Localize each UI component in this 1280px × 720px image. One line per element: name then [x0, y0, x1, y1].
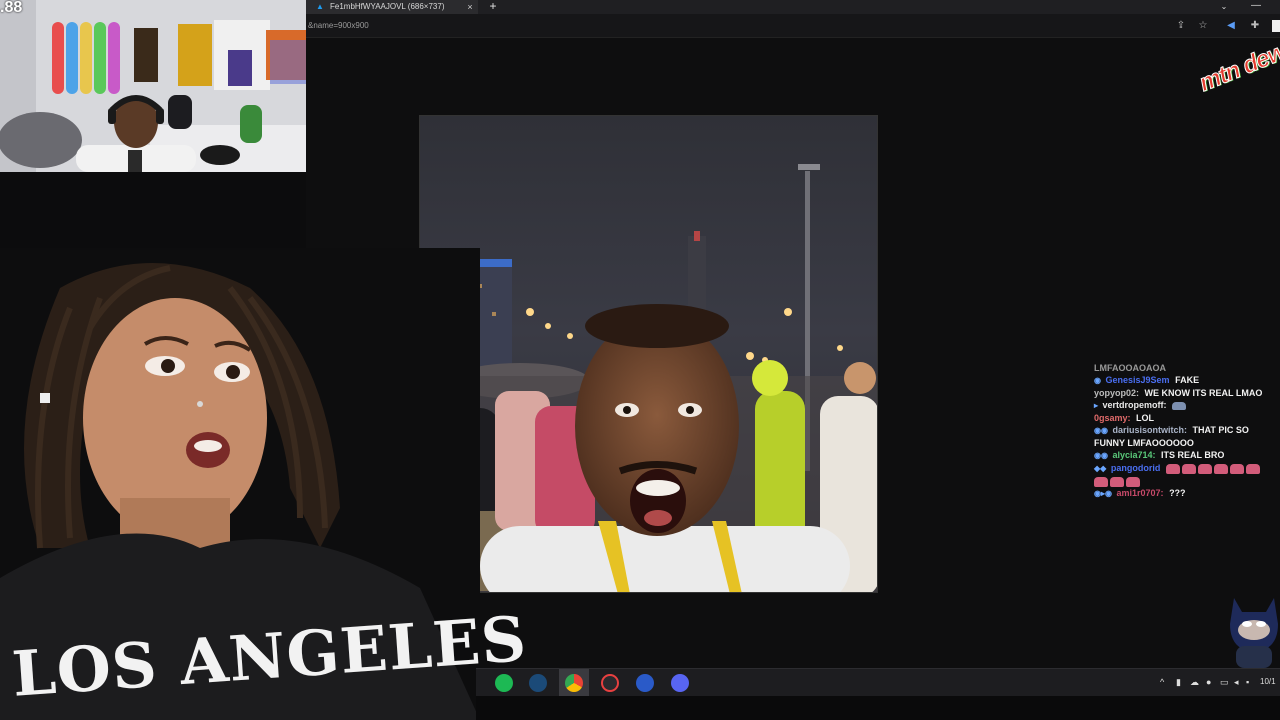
browser-tab-bar: ▲ Fe1mbHfWYAAJOVL (686×737) × + ⌄ — — [306, 0, 1280, 14]
tray-display-icon[interactable]: ▪ — [1246, 676, 1249, 688]
mtn-dew-logo: mtn dew — [1195, 38, 1280, 116]
tray-network-icon[interactable]: ▭ — [1220, 676, 1229, 688]
chat-message: ◉◉ dariusisontwitch: THAT PIC SO FUNNY L… — [1094, 424, 1274, 449]
chat-emote-icon — [1181, 463, 1196, 474]
browser-address-bar[interactable]: &name=900x900 ⇪ ☆ ◀ ✚ — [306, 14, 1280, 38]
streamer-room-illustration — [0, 0, 306, 172]
chat-emote-icon — [1229, 463, 1244, 474]
chat-username: 0gsamy: — [1094, 413, 1131, 423]
tray-battery-icon[interactable]: ▮ — [1176, 676, 1181, 688]
extensions-puzzle-icon[interactable]: ✚ — [1248, 20, 1262, 32]
tab-title: Fe1mbHfWYAAJOVL (686×737) — [330, 2, 445, 11]
chat-username: yopyop02: — [1094, 388, 1140, 398]
chat-username: vertdropemoff: — [1102, 400, 1167, 410]
chat-emote-icon — [1197, 463, 1212, 474]
windows-taskbar: ^ ▮ ☁ ● ▭ ◂ ▪ 10/1 — [476, 668, 1280, 697]
photo-illustration — [420, 116, 877, 592]
tray-cloud-icon[interactable]: ☁ — [1190, 676, 1199, 688]
bottom-strip — [476, 696, 1280, 720]
chat-badge-icon: ◆◆ — [1094, 464, 1107, 473]
chat-badge-icon: ◉◉ — [1094, 426, 1108, 435]
discord-icon[interactable] — [671, 674, 689, 692]
bookmark-star-icon[interactable]: ☆ — [1196, 20, 1210, 32]
share-icon[interactable]: ⇪ — [1174, 20, 1188, 32]
obs-icon[interactable] — [601, 674, 619, 692]
chat-text: ITS REAL BRO — [1161, 450, 1225, 460]
window-minimize-button[interactable]: — — [1248, 0, 1264, 14]
chat-message: ▸ vertdropemoff: — [1094, 399, 1274, 412]
twitter-bird-icon: ▲ — [316, 2, 324, 11]
tray-microphone-icon[interactable]: ● — [1206, 676, 1211, 688]
chat-emote-icon — [1213, 463, 1228, 474]
chat-emote-icon — [1110, 476, 1124, 487]
chat-username: ami1r0707: — [1116, 488, 1164, 498]
chat-message: LMFAOOAOAOA — [1094, 362, 1274, 374]
steam-icon[interactable] — [529, 674, 547, 692]
screen: ▲ Fe1mbHfWYAAJOVL (686×737) × + ⌄ — &nam… — [0, 0, 1280, 720]
chat-emote-icon — [1172, 401, 1187, 410]
tray-volume-icon[interactable]: ◂ — [1234, 676, 1239, 688]
chat-username: alycia714: — [1112, 450, 1156, 460]
chat-text: ??? — [1169, 488, 1186, 498]
displayed-photo — [419, 115, 878, 593]
close-tab-icon[interactable]: × — [464, 0, 476, 14]
chrome-icon[interactable] — [565, 674, 583, 692]
chat-message: yopyop02: WE KNOW ITS REAL LMAO — [1094, 387, 1274, 399]
chat-text: LMFAOOAOAOA — [1094, 363, 1166, 373]
chat-username: dariusisontwitch: — [1112, 425, 1187, 435]
chat-emote-icon — [1094, 476, 1108, 487]
chat-username: pangodorid — [1110, 463, 1161, 473]
browser-tab-image[interactable]: ▲ Fe1mbHfWYAAJOVL (686×737) × — [306, 0, 478, 14]
chat-emote-icon — [1245, 463, 1260, 474]
chat-text: LOL — [1136, 413, 1155, 423]
chat-badge-icon: ▸ — [1094, 401, 1099, 410]
tab-overflow-chevron-icon[interactable]: ⌄ — [1216, 0, 1232, 14]
chat-badge-icon: ◉▸◉ — [1094, 489, 1112, 498]
streamer-webcam: .88 — [0, 0, 306, 172]
chat-text: FAKE — [1175, 375, 1200, 385]
chat-message: ◉▸◉ ami1r0707: ??? — [1094, 487, 1274, 500]
chat-message: ◉◉ alycia714: ITS REAL BRO — [1094, 449, 1274, 462]
new-tab-button[interactable]: + — [486, 0, 500, 14]
url-text[interactable]: &name=900x900 — [308, 20, 369, 32]
chat-emote-icon — [1126, 476, 1140, 487]
speaker-icon[interactable]: ◀ — [1224, 20, 1238, 32]
stream-chat: LMFAOOAOAOA ◉ GenesisJ9Sem FAKE yopyop02… — [1094, 362, 1274, 538]
chat-message: ◉ GenesisJ9Sem FAKE — [1094, 374, 1274, 387]
profile-avatar[interactable] — [1272, 20, 1280, 32]
batman-mascot-icon — [1228, 590, 1280, 668]
chat-message: ◆◆ pangodorid — [1094, 462, 1274, 487]
spotify-icon[interactable] — [495, 674, 513, 692]
tray-date[interactable]: 10/1 — [1260, 677, 1276, 687]
chat-username: GenesisJ9Sem — [1105, 375, 1170, 385]
chat-message: 0gsamy: LOL — [1094, 412, 1274, 424]
chat-badge-icon: ◉◉ — [1094, 451, 1108, 460]
chat-text: WE KNOW ITS REAL LMAO — [1144, 388, 1263, 398]
stream-counter: .88 — [0, 0, 23, 16]
mascot-illustration — [1230, 598, 1278, 668]
chat-badge-icon: ◉ — [1094, 376, 1101, 385]
tray-overflow-chevron-icon[interactable]: ^ — [1160, 676, 1164, 688]
refresh-app-icon[interactable] — [636, 674, 654, 692]
chat-emote-icon — [1165, 463, 1180, 474]
